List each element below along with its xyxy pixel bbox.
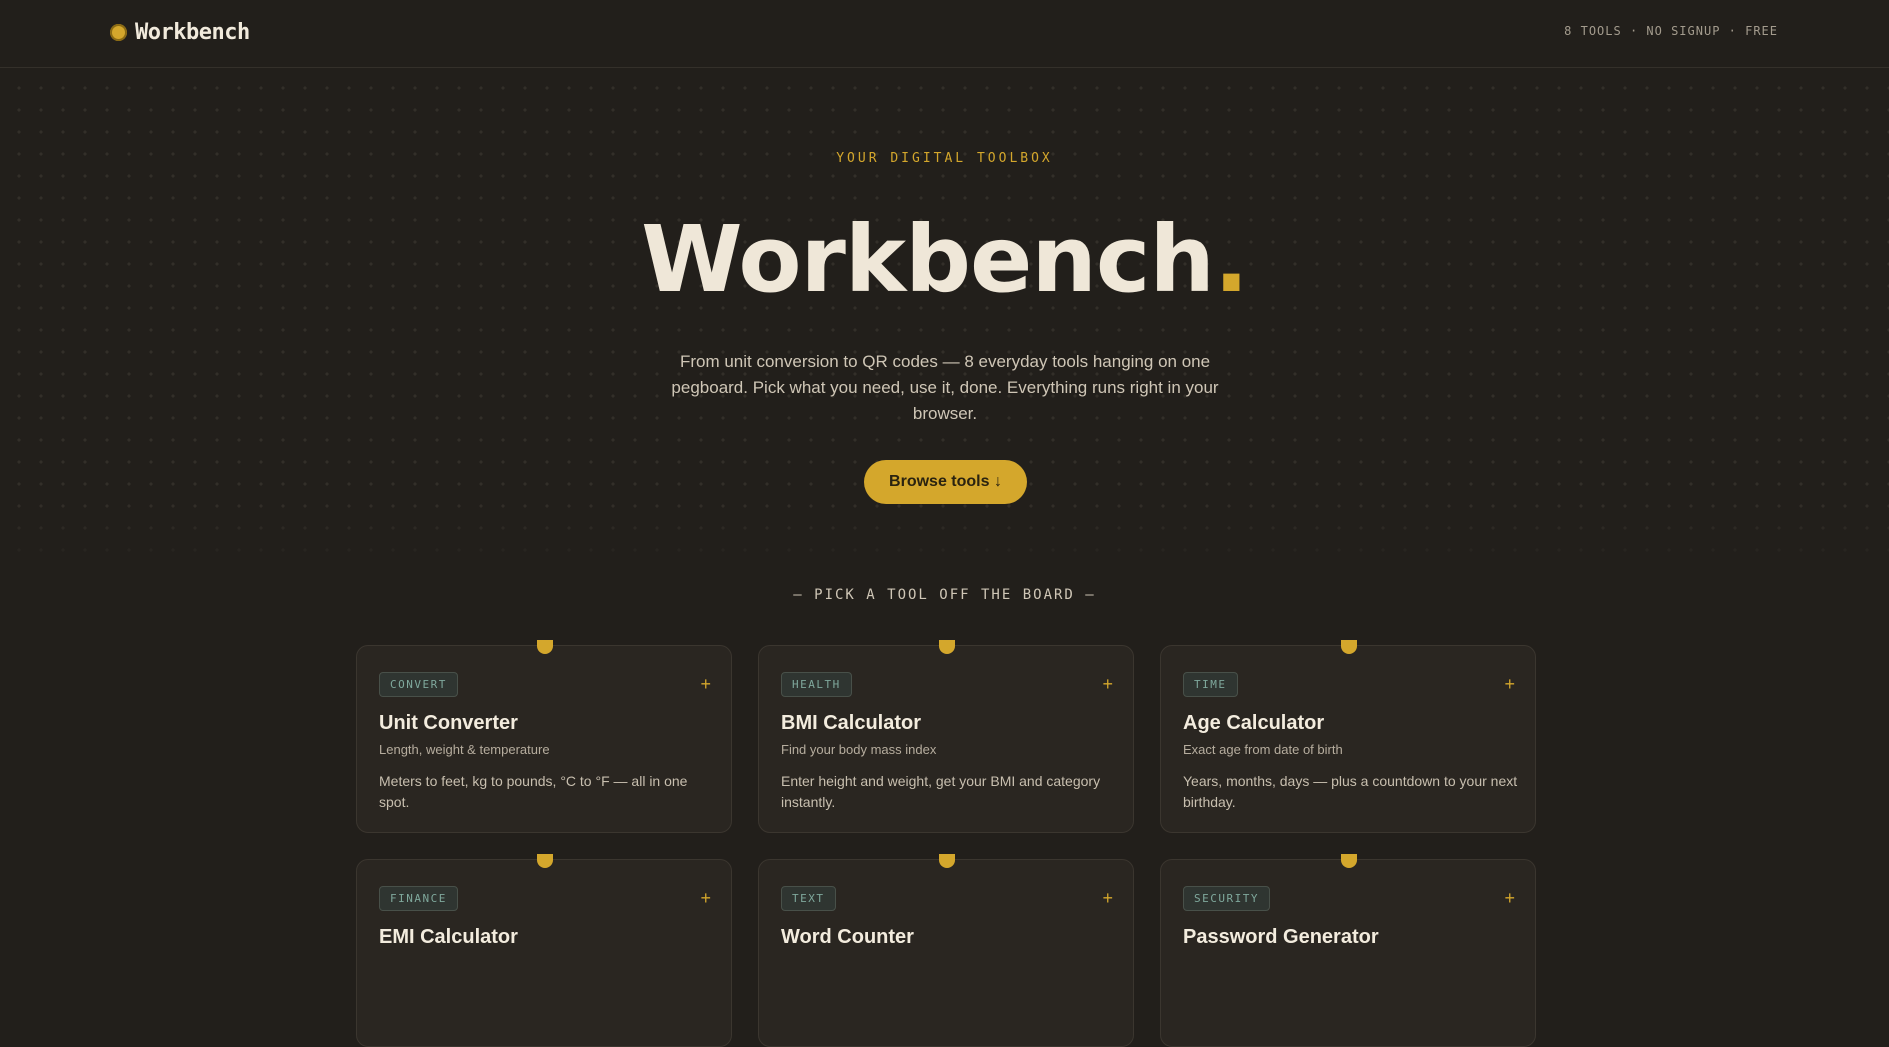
- tool-description: Enter height and weight, get your BMI an…: [781, 773, 1101, 810]
- peg-icon: [1341, 854, 1357, 868]
- tool-card-bmi-calculator[interactable]: HEALTH + BMI Calculator Find your body m…: [758, 640, 1134, 833]
- tool-card-emi-calculator[interactable]: FINANCE + EMI Calculator: [356, 854, 732, 1047]
- plus-icon[interactable]: +: [1504, 888, 1515, 908]
- tool-description: Years, months, days — plus a countdown t…: [1183, 773, 1518, 810]
- header-meta: 8 TOOLS · NO SIGNUP · FREE: [1564, 24, 1778, 38]
- tool-tag: CONVERT: [379, 672, 458, 697]
- tool-tag: FINANCE: [379, 886, 458, 911]
- plus-icon[interactable]: +: [1504, 674, 1515, 694]
- hero-eyebrow: YOUR DIGITAL TOOLBOX: [836, 151, 1053, 166]
- tool-title: BMI Calculator: [781, 712, 922, 734]
- tool-tag: TIME: [1183, 672, 1238, 697]
- tool-tag: HEALTH: [781, 672, 852, 697]
- plus-icon[interactable]: +: [1102, 888, 1113, 908]
- brand-dot-icon: [110, 23, 127, 41]
- hero-description: From unit conversion to QR codes — 8 eve…: [671, 352, 1219, 423]
- peg-icon: [1341, 640, 1357, 654]
- peg-icon: [537, 854, 553, 868]
- tool-card-password-generator[interactable]: SECURITY + Password Generator: [1160, 854, 1536, 1047]
- plus-icon[interactable]: +: [1102, 674, 1113, 694]
- plus-icon[interactable]: +: [700, 674, 711, 694]
- peg-icon: [939, 854, 955, 868]
- tool-subtitle: Find your body mass index: [781, 742, 937, 757]
- tool-card-word-counter[interactable]: TEXT + Word Counter: [758, 854, 1134, 1047]
- peg-icon: [939, 640, 955, 654]
- browse-tools-button[interactable]: Browse tools ↓: [864, 460, 1027, 504]
- tool-description: Meters to feet, kg to pounds, °C to °F —…: [379, 773, 688, 810]
- hero-title: Workbench.: [0, 205, 1889, 315]
- tool-card-age-calculator[interactable]: TIME + Age Calculator Exact age from dat…: [1160, 640, 1536, 833]
- hero-title-text: Workbench: [641, 206, 1215, 313]
- tool-title: Unit Converter: [379, 712, 518, 734]
- tool-tag: SECURITY: [1183, 886, 1270, 911]
- tool-subtitle: Length, weight & temperature: [379, 742, 550, 757]
- section-label: — PICK A TOOL OFF THE BOARD —: [793, 587, 1096, 603]
- brand-name: Workbench: [135, 19, 250, 45]
- hero-fade: [0, 500, 1889, 580]
- tool-card-unit-converter[interactable]: CONVERT + Unit Converter Length, weight …: [356, 640, 732, 833]
- tool-title: Age Calculator: [1183, 712, 1325, 734]
- brand-logo[interactable]: Workbench: [110, 19, 250, 45]
- tool-tag: TEXT: [781, 886, 836, 911]
- top-bar: Workbench 8 TOOLS · NO SIGNUP · FREE: [0, 0, 1889, 68]
- hero-title-accent: .: [1213, 206, 1249, 313]
- peg-icon: [537, 640, 553, 654]
- tool-subtitle: Exact age from date of birth: [1183, 742, 1343, 757]
- plus-icon[interactable]: +: [700, 888, 711, 908]
